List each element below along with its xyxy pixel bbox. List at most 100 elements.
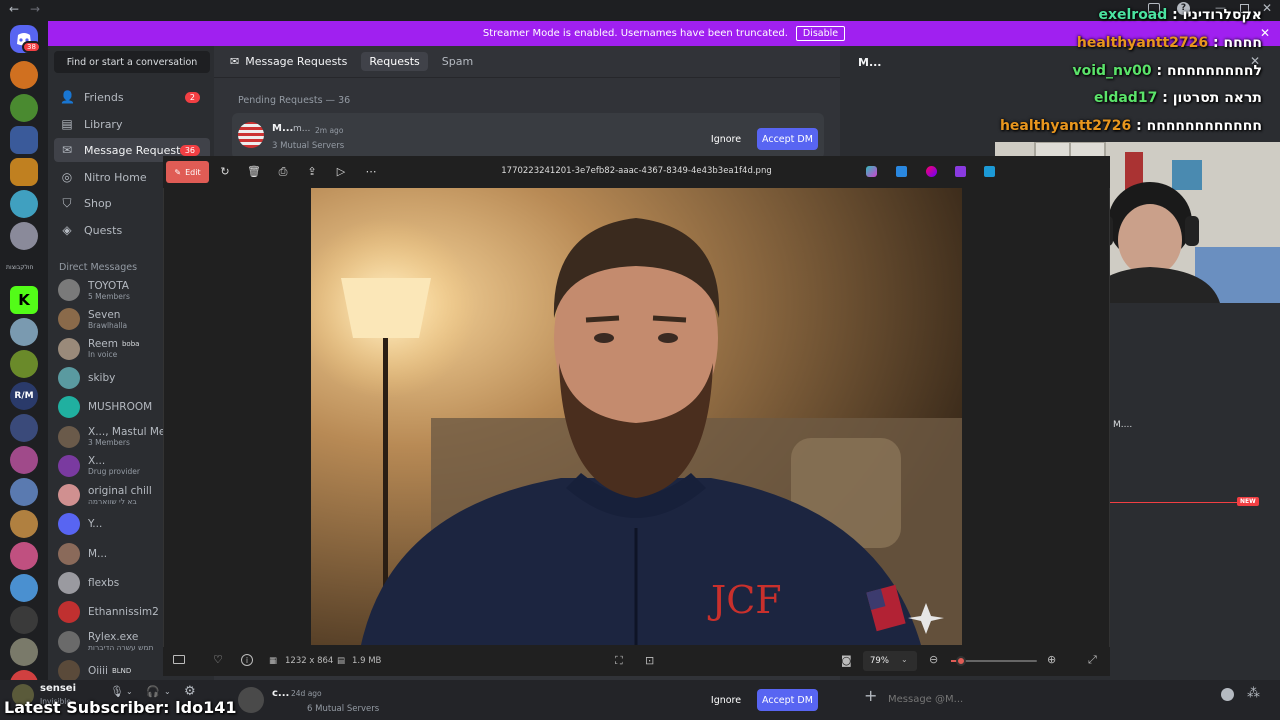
tab-requests[interactable]: Requests <box>361 52 428 71</box>
dm-name: TOYOTA <box>88 279 129 292</box>
server-icon[interactable] <box>10 638 38 666</box>
fit-icon[interactable]: ⛶ <box>615 654 623 668</box>
new-divider <box>1110 502 1250 503</box>
server-icon[interactable] <box>10 158 38 186</box>
avatar <box>58 425 80 448</box>
zoom-slider-track[interactable] <box>951 656 1037 666</box>
copilot-icon[interactable] <box>866 166 877 177</box>
server-icon[interactable] <box>10 510 38 538</box>
server-icon[interactable]: R/M <box>10 382 38 410</box>
tab-spam[interactable]: Spam <box>442 55 473 68</box>
image-dimensions: 1232 x 864 <box>285 656 334 666</box>
zoom-in-icon[interactable]: ⊕ <box>1047 653 1056 666</box>
chevron-down-icon: ⌄ <box>901 655 908 664</box>
avatar <box>58 396 80 419</box>
zoom-value: 79% <box>870 656 889 666</box>
dm-text: TOYOTA 5 Members <box>88 280 130 301</box>
headphones-icon[interactable]: 🎧 <box>146 685 160 698</box>
dimensions-icon: ▦ <box>269 656 278 666</box>
fullscreen-icon[interactable]: ⤢ <box>1088 653 1097 667</box>
chat-message: exelroad : אקסלרודיניו <box>1098 7 1262 23</box>
server-icon[interactable] <box>10 94 38 122</box>
avatar <box>58 601 80 624</box>
dm-text: M... <box>88 548 107 560</box>
forward-arrow-icon[interactable]: → <box>30 2 40 16</box>
server-icon[interactable] <box>10 222 38 250</box>
dm-subtitle: In voice <box>88 350 118 360</box>
avatar <box>58 630 80 653</box>
direct-messages-header: Direct Messages <box>59 262 138 273</box>
dm-name-row: Oiiii BLND <box>88 665 131 677</box>
server-icon[interactable] <box>10 574 38 602</box>
dm-text: Reem boba In voice <box>88 338 139 359</box>
chevron-down-icon[interactable]: ⌄ <box>164 687 171 696</box>
quests-icon: ◈ <box>62 223 72 237</box>
designer-icon[interactable] <box>926 166 937 177</box>
filmstrip-icon[interactable] <box>173 655 185 664</box>
accept-dm-button[interactable]: Accept DM <box>757 128 818 150</box>
app-icon[interactable] <box>984 166 995 177</box>
emoji-icon[interactable] <box>1221 688 1234 701</box>
view-mode-icon[interactable]: ◙ <box>841 654 852 667</box>
add-attachment-icon[interactable]: + <box>864 686 877 705</box>
chevron-down-icon[interactable]: ⌄ <box>126 687 133 696</box>
avatar <box>58 572 80 594</box>
actual-size-icon[interactable]: ⊡ <box>645 654 654 667</box>
dm-name: flexbs <box>88 577 120 589</box>
server-icon[interactable] <box>10 478 38 506</box>
dm-subtitle: בא לי שווארמה <box>88 496 137 506</box>
avatar <box>58 366 80 389</box>
rotate-icon[interactable]: ↻ <box>217 164 233 180</box>
friends-icon: 👤 <box>60 90 75 104</box>
chat-username: healthyantt2726 <box>1076 35 1209 51</box>
server-icon[interactable] <box>10 606 38 634</box>
nav-library[interactable]: ▤ Library <box>54 112 210 136</box>
bottom-ignore-button[interactable]: Ignore <box>704 689 748 711</box>
photos-app-icon[interactable] <box>896 166 907 177</box>
server-icon[interactable] <box>10 190 38 218</box>
dm-text: Seven Brawlhalla <box>88 309 127 330</box>
heart-icon[interactable]: ♡ <box>213 653 223 666</box>
microphone-icon[interactable]: 🎙 <box>110 685 124 698</box>
edit-button[interactable]: ✎ Edit <box>166 161 209 183</box>
request-row[interactable]: M... m... 2m ago 3 Mutual Servers Ignore… <box>232 113 824 159</box>
dm-name: skiby <box>88 371 116 384</box>
print-icon[interactable]: ⎙ <box>275 164 291 180</box>
chat-text: לחחחחחחחחח <box>1166 63 1262 79</box>
dm-name: X... <box>88 455 106 468</box>
server-icon[interactable] <box>10 414 38 442</box>
nav-friends[interactable]: 👤 Friends 2 <box>54 85 210 109</box>
delete-icon[interactable]: 🗑 <box>246 164 262 180</box>
server-icon[interactable] <box>10 61 38 89</box>
close-window-icon[interactable]: ✕ <box>1262 1 1272 15</box>
apps-icon[interactable]: ⁂ <box>1247 686 1260 701</box>
chat-username: eldad17 <box>1094 90 1158 106</box>
bottom-accept-dm-button[interactable]: Accept DM <box>757 689 818 711</box>
zoom-out-icon[interactable]: ⊖ <box>929 653 938 666</box>
disable-streamer-button[interactable]: Disable <box>795 26 846 41</box>
dm-text: flexbs <box>88 577 119 589</box>
kick-server-icon[interactable]: K <box>10 286 38 314</box>
zoom-slider-knob[interactable] <box>956 656 967 666</box>
app-unread-badge: 38 <box>22 41 41 53</box>
slideshow-icon[interactable]: ▷ <box>333 164 349 180</box>
ignore-button[interactable]: Ignore <box>704 128 748 150</box>
share-icon[interactable]: ⇪ <box>304 164 320 180</box>
avatar <box>58 659 80 682</box>
edit-label: Edit <box>185 167 201 177</box>
message-input[interactable] <box>888 686 1218 712</box>
mutual-servers: 3 Mutual Servers <box>272 141 345 151</box>
server-icon[interactable] <box>10 446 38 474</box>
server-icon[interactable] <box>10 318 38 346</box>
back-arrow-icon[interactable]: ← <box>9 2 19 16</box>
more-options-icon[interactable]: ⋯ <box>363 164 379 180</box>
gear-icon[interactable]: ⚙ <box>184 684 196 699</box>
find-conversation-button[interactable]: Find or start a conversation <box>54 51 210 73</box>
page-title: ✉ Message Requests <box>230 55 347 68</box>
dm-name: Oiiii <box>88 664 108 677</box>
info-icon[interactable]: i <box>241 654 253 666</box>
server-icon[interactable] <box>10 542 38 570</box>
clipchamp-icon[interactable] <box>955 166 966 177</box>
server-icon[interactable] <box>10 126 38 154</box>
server-icon[interactable] <box>10 350 38 378</box>
